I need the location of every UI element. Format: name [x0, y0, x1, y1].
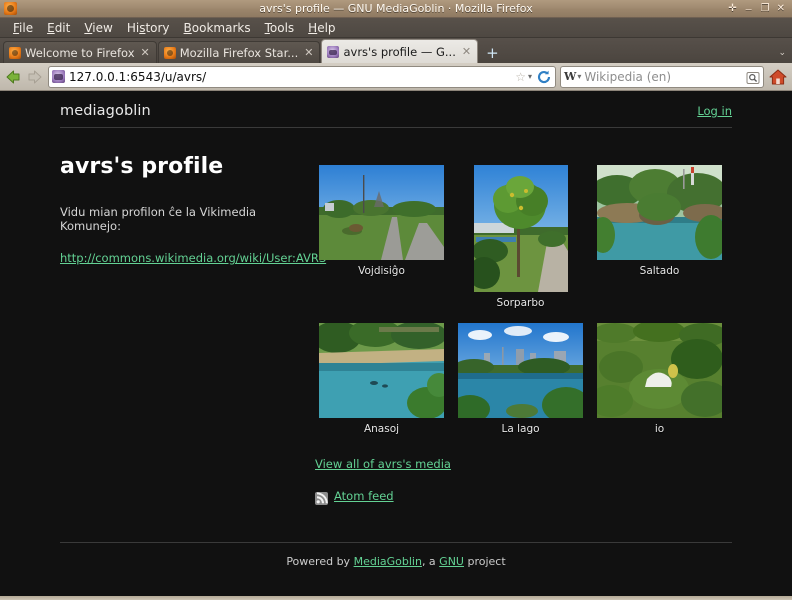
mediagoblin-page: mediagoblin Log in avrs's profile Vidu m… — [0, 91, 792, 596]
back-button-icon[interactable] — [4, 68, 22, 86]
media-cell-anasoj: Anasoj — [315, 323, 448, 435]
firefox-icon — [163, 46, 176, 59]
menu-view[interactable]: View — [77, 20, 119, 36]
firefox-icon — [9, 46, 21, 59]
tab-close-icon[interactable]: ✕ — [304, 46, 313, 59]
view-all-media-link[interactable]: View all of avrs's media — [315, 457, 727, 471]
tab-bar: Welcome to Firefox ✕ Mozilla Firefox Sta… — [0, 38, 792, 63]
footer-divider — [60, 542, 732, 543]
menu-bookmarks[interactable]: Bookmarks — [177, 20, 258, 36]
tab-welcome-to-firefox[interactable]: Welcome to Firefox ✕ — [3, 41, 157, 63]
menu-history[interactable]: History — [120, 20, 177, 36]
chevron-down-icon[interactable]: ▾ — [577, 72, 581, 81]
firefox-window: avrs's profile — GNU MediaGoblin · Mozil… — [0, 0, 792, 600]
search-bar[interactable]: W ▾ Wikipedia (en) — [560, 65, 764, 88]
media-caption[interactable]: io — [655, 423, 664, 435]
media-cell-vojdisigo: Vojdisiĝo — [315, 165, 448, 277]
tab-label: Mozilla Firefox Star... — [179, 45, 299, 60]
bookmark-star-icon[interactable]: ☆ — [515, 70, 526, 84]
media-cell-saltado: Saltado — [593, 165, 726, 277]
new-tab-button[interactable]: + — [479, 46, 506, 63]
firefox-window-icon — [4, 2, 17, 15]
menu-bar: File Edit View History Bookmarks Tools H… — [0, 18, 792, 38]
media-caption[interactable]: Vojdisiĝo — [358, 265, 405, 277]
media-caption[interactable]: Sorparbo — [497, 297, 545, 309]
footer-text: Powered by MediaGoblin, a GNU project — [0, 555, 792, 568]
menu-view-rest: iew — [92, 20, 113, 35]
search-engine-label[interactable]: W — [564, 70, 576, 83]
media-caption[interactable]: La lago — [501, 423, 539, 435]
media-cell-la-lago: La lago — [454, 323, 587, 435]
profile-bio-text: Vidu mian profilon ĉe la Vikimedia Komun… — [60, 205, 257, 233]
tab-mozilla-firefox-start[interactable]: Mozilla Firefox Star... ✕ — [157, 41, 321, 63]
rss-feed-icon — [315, 490, 328, 505]
forward-button-icon[interactable] — [26, 68, 44, 86]
atom-feed-row: Atom feed — [315, 489, 727, 505]
media-thumbnail[interactable] — [473, 165, 568, 292]
site-logo-text[interactable]: mediagoblin — [60, 103, 151, 119]
menu-edit[interactable]: Edit — [40, 20, 77, 36]
media-gallery: Vojdisiĝo Sorparbo Saltado Anasoj La lag… — [315, 165, 727, 505]
url-input[interactable]: 127.0.0.1:6543/u/avrs/ — [69, 70, 511, 84]
menu-file-rest: ile — [19, 20, 34, 35]
media-thumbnail[interactable] — [597, 323, 722, 418]
footer-suffix: project — [463, 555, 506, 568]
tab-avrs-profile[interactable]: avrs's profile — G... ✕ — [321, 39, 479, 63]
search-input[interactable]: Wikipedia (en) — [584, 70, 743, 84]
login-link[interactable]: Log in — [697, 104, 732, 118]
mediagoblin-link[interactable]: MediaGoblin — [354, 555, 422, 568]
media-thumbnail[interactable] — [458, 323, 583, 418]
window-minimize-button[interactable]: ﹘ — [744, 3, 754, 14]
media-thumbnail[interactable] — [597, 165, 722, 260]
menu-tools[interactable]: Tools — [258, 20, 302, 36]
media-cell-io: io — [593, 323, 726, 435]
window-titlebar: avrs's profile — GNU MediaGoblin · Mozil… — [0, 0, 792, 18]
media-thumbnail[interactable] — [319, 165, 444, 260]
media-caption[interactable]: Saltado — [640, 265, 680, 277]
gallery-row: Anasoj La lago io — [315, 323, 727, 435]
list-all-tabs-icon[interactable]: ⌄ — [778, 48, 792, 63]
search-icon[interactable] — [746, 70, 760, 84]
window-controls: ✛ ﹘ ❐ ✕ — [728, 3, 789, 14]
media-caption[interactable]: Anasoj — [364, 423, 399, 435]
window-maximize-button[interactable]: ❐ — [761, 3, 770, 14]
mediagoblin-icon — [327, 45, 340, 58]
reload-icon[interactable] — [536, 69, 552, 85]
footer-middle: , a — [421, 555, 440, 568]
tab-close-icon[interactable]: ✕ — [141, 46, 150, 59]
tab-label: avrs's profile — G... — [343, 44, 456, 59]
window-close-button[interactable]: ✕ — [777, 3, 785, 14]
navigation-toolbar: 127.0.0.1:6543/u/avrs/ ☆ ▾ W ▾ Wikipedia… — [0, 63, 792, 91]
page-footer: Powered by MediaGoblin, a GNU project — [0, 542, 792, 568]
footer-prefix: Powered by — [286, 555, 354, 568]
gnu-link[interactable]: GNU — [439, 555, 464, 568]
menu-file[interactable]: File — [6, 20, 40, 36]
window-title: avrs's profile — GNU MediaGoblin · Mozil… — [259, 2, 533, 15]
atom-feed-link[interactable]: Atom feed — [334, 489, 394, 503]
url-bar[interactable]: 127.0.0.1:6543/u/avrs/ ☆ ▾ — [48, 65, 556, 88]
home-button-icon[interactable] — [768, 67, 788, 87]
window-shade-button[interactable]: ✛ — [728, 3, 736, 14]
site-header: mediagoblin Log in — [60, 91, 732, 128]
tab-close-icon[interactable]: ✕ — [462, 45, 471, 58]
browser-viewport: mediagoblin Log in avrs's profile Vidu m… — [0, 91, 792, 596]
menu-edit-rest: dit — [54, 20, 71, 35]
mediagoblin-icon — [52, 70, 65, 83]
gallery-row: Vojdisiĝo Sorparbo Saltado — [315, 165, 727, 309]
page-container: mediagoblin Log in avrs's profile Vidu m… — [60, 91, 732, 505]
tab-label: Welcome to Firefox — [25, 45, 135, 60]
window-bottom-edge — [0, 596, 792, 600]
menu-help[interactable]: Help — [301, 20, 342, 36]
chevron-down-icon[interactable]: ▾ — [528, 72, 532, 81]
media-cell-sorparbo: Sorparbo — [454, 165, 587, 309]
media-thumbnail[interactable] — [319, 323, 444, 418]
